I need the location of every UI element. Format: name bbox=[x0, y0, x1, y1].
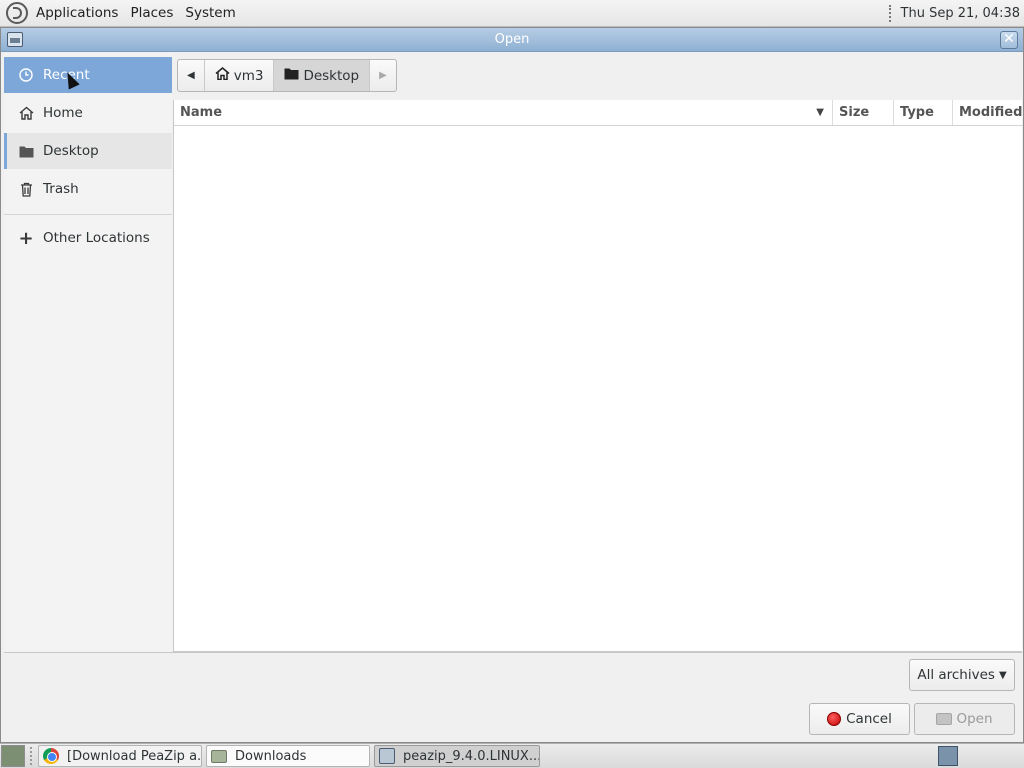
peazip-icon bbox=[379, 748, 395, 764]
taskbar-grip-icon bbox=[30, 747, 35, 765]
path-back-button[interactable]: ◀ bbox=[178, 60, 205, 91]
clock: Thu Sep 21, 04:38 bbox=[900, 6, 1020, 21]
open-file-dialog: Open ✕ Recent Home Desktop Trash + Other… bbox=[0, 27, 1024, 743]
bottom-taskbar: [Download PeaZip a... Downloads peazip_9… bbox=[0, 743, 1024, 768]
bottom-separator bbox=[4, 652, 1022, 653]
show-desktop-button[interactable] bbox=[1, 745, 25, 767]
column-header-label: Size bbox=[839, 105, 870, 120]
sidebar-item-home[interactable]: Home bbox=[4, 95, 172, 131]
sidebar-item-label: Trash bbox=[43, 181, 79, 197]
window-menu-icon[interactable] bbox=[7, 32, 23, 47]
tray-peazip-icon[interactable] bbox=[938, 746, 958, 766]
home-icon bbox=[215, 67, 230, 84]
folder-icon bbox=[211, 749, 227, 763]
chevron-left-icon: ◀ bbox=[187, 70, 195, 81]
sidebar-item-desktop[interactable]: Desktop bbox=[4, 133, 172, 169]
system-menu[interactable]: System bbox=[179, 0, 241, 27]
sidebar-item-label: Desktop bbox=[43, 143, 99, 159]
open-button[interactable]: Open bbox=[914, 703, 1015, 735]
top-panel: Applications Places System Thu Sep 21, 0… bbox=[0, 0, 1024, 27]
dialog-title: Open bbox=[494, 32, 530, 47]
taskbar-item-downloads[interactable]: Downloads bbox=[206, 745, 370, 767]
column-header-label: Type bbox=[900, 105, 934, 120]
close-icon: ✕ bbox=[1003, 31, 1015, 47]
applications-menu[interactable]: Applications bbox=[0, 0, 124, 27]
close-button[interactable]: ✕ bbox=[1000, 31, 1018, 49]
column-header-label: Modified bbox=[959, 105, 1023, 120]
path-crumb-label: vm3 bbox=[233, 67, 264, 84]
file-list-header: Name ▼ Size Type Modified bbox=[174, 100, 1023, 126]
file-filter-dropdown[interactable]: All archives ▼ bbox=[909, 659, 1015, 691]
plus-icon: + bbox=[18, 227, 34, 249]
places-menu[interactable]: Places bbox=[124, 0, 179, 27]
sidebar-item-trash[interactable]: Trash bbox=[4, 171, 172, 207]
column-header-modified[interactable]: Modified bbox=[953, 100, 1023, 125]
open-folder-icon bbox=[936, 713, 953, 725]
sort-descending-icon: ▼ bbox=[816, 107, 824, 118]
taskbar-item-peazip[interactable]: peazip_9.4.0.LINUX.... bbox=[374, 745, 540, 767]
places-menu-label: Places bbox=[130, 5, 174, 21]
chrome-icon bbox=[43, 748, 59, 764]
open-button-label: Open bbox=[956, 711, 993, 727]
file-list[interactable]: Name ▼ Size Type Modified bbox=[173, 100, 1023, 652]
taskbar-item-label: peazip_9.4.0.LINUX.... bbox=[403, 748, 540, 764]
places-sidebar: Recent Home Desktop Trash + Other Locati… bbox=[4, 53, 172, 652]
cancel-button-label: Cancel bbox=[846, 711, 892, 727]
applications-menu-label: Applications bbox=[36, 5, 119, 21]
taskbar-item-label: Downloads bbox=[235, 748, 307, 764]
trash-icon bbox=[18, 181, 34, 197]
folder-icon bbox=[284, 67, 299, 84]
path-bar: ◀ vm3 Desktop ▶ bbox=[177, 59, 397, 92]
sidebar-item-label: Other Locations bbox=[43, 230, 150, 246]
clock-applet[interactable]: Thu Sep 21, 04:38 bbox=[888, 0, 1020, 27]
column-header-label: Name bbox=[180, 105, 223, 120]
panel-grip-icon bbox=[888, 5, 893, 22]
file-filter-label: All archives bbox=[917, 667, 995, 683]
folder-icon bbox=[18, 143, 34, 159]
path-forward-button[interactable]: ▶ bbox=[370, 60, 396, 91]
sidebar-separator bbox=[4, 214, 172, 215]
stop-icon bbox=[827, 712, 842, 726]
mate-logo-icon bbox=[6, 2, 28, 24]
chevron-right-icon: ▶ bbox=[379, 70, 387, 81]
chevron-down-icon: ▼ bbox=[998, 669, 1007, 681]
sidebar-item-label: Home bbox=[43, 105, 83, 121]
cancel-button[interactable]: Cancel bbox=[809, 703, 910, 735]
path-crumb-label: Desktop bbox=[303, 67, 360, 84]
sidebar-item-other-locations[interactable]: + Other Locations bbox=[4, 220, 172, 256]
home-icon bbox=[18, 105, 34, 121]
dialog-titlebar[interactable]: Open ✕ bbox=[1, 28, 1023, 52]
taskbar-item-browser[interactable]: [Download PeaZip a... bbox=[38, 745, 202, 767]
column-header-name[interactable]: Name ▼ bbox=[174, 100, 833, 125]
clock-icon bbox=[18, 67, 34, 83]
sidebar-item-recent[interactable]: Recent bbox=[4, 57, 172, 93]
column-header-type[interactable]: Type bbox=[894, 100, 953, 125]
path-crumb-home[interactable]: vm3 bbox=[205, 60, 275, 91]
taskbar-item-label: [Download PeaZip a... bbox=[67, 748, 202, 764]
system-menu-label: System bbox=[185, 5, 236, 21]
path-crumb-desktop[interactable]: Desktop bbox=[274, 60, 371, 91]
column-header-size[interactable]: Size bbox=[833, 100, 894, 125]
